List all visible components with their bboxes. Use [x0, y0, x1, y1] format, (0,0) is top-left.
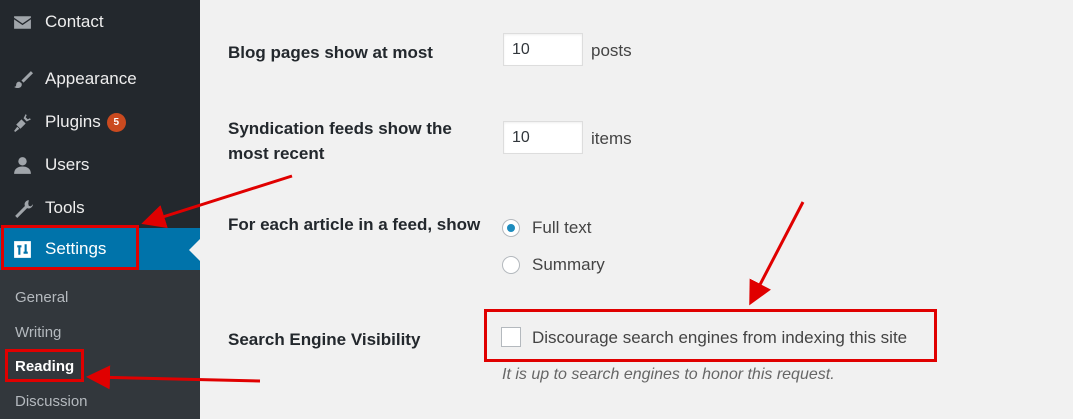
posts-unit: posts — [591, 41, 632, 60]
items-unit: items — [591, 129, 632, 148]
menu-item-users[interactable]: Users — [0, 147, 200, 183]
menu-item-tools[interactable]: Tools — [0, 190, 200, 226]
summary-radio[interactable] — [502, 256, 520, 274]
menu-item-plugins[interactable]: Plugins 5 — [0, 104, 200, 140]
posts-per-page-input[interactable] — [503, 33, 583, 66]
feed-article-label: For each article in a feed, show — [228, 215, 481, 234]
annotation-box-reading — [5, 349, 84, 382]
current-menu-pointer — [189, 239, 200, 261]
menu-label: Users — [45, 155, 90, 174]
submenu-writing[interactable]: Writing — [15, 324, 61, 341]
search-visibility-hint: It is up to search engines to honor this… — [502, 366, 835, 383]
summary-label[interactable]: Summary — [532, 255, 605, 275]
feed-items-input[interactable] — [503, 121, 583, 154]
full-text-label[interactable]: Full text — [532, 218, 592, 238]
syndication-label-line1: Syndication feeds show the — [228, 119, 452, 138]
wrench-icon — [10, 196, 34, 220]
update-count-badge: 5 — [106, 112, 126, 132]
menu-label: Contact — [45, 12, 104, 31]
paintbrush-icon — [10, 67, 34, 91]
settings-submenu: General Writing Reading Discussion — [0, 270, 200, 419]
plugin-icon — [10, 110, 34, 134]
menu-item-appearance[interactable]: Appearance — [0, 61, 200, 97]
search-visibility-label: Search Engine Visibility — [228, 330, 421, 349]
syndication-label-line2: most recent — [228, 144, 325, 163]
mail-icon — [10, 10, 34, 34]
menu-label: Appearance — [45, 69, 137, 88]
submenu-discussion[interactable]: Discussion — [15, 393, 88, 410]
annotation-box-checkbox — [484, 309, 937, 362]
arrow-to-checkbox — [749, 201, 805, 306]
menu-label: Plugins — [45, 112, 101, 131]
menu-item-contact[interactable]: Contact — [0, 4, 200, 40]
user-icon — [10, 153, 34, 177]
full-text-radio[interactable] — [502, 219, 520, 237]
submenu-general[interactable]: General — [15, 289, 68, 306]
annotation-box-settings — [1, 225, 139, 270]
radio-selected-dot — [507, 224, 515, 232]
menu-label: Tools — [45, 198, 85, 217]
blog-pages-label: Blog pages show at most — [228, 43, 433, 62]
